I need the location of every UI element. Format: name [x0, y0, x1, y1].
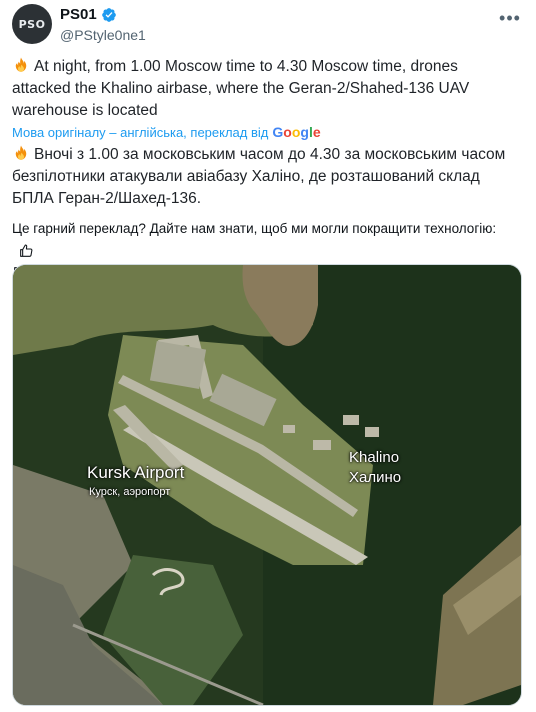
satellite-map-image[interactable]: Kursk Airport Курск, аэропорт Khalino Ха…	[12, 264, 522, 706]
map-label-village-local: Халино	[349, 469, 402, 486]
fire-icon	[15, 57, 27, 72]
tweet-text-en: At night, from 1.00 Moscow time to 4.30 …	[12, 58, 470, 119]
tweet: PSO PS01 @PStyle0ne1 ••• At night, from …	[0, 0, 536, 712]
author-name[interactable]: PS01	[60, 6, 97, 23]
avatar-logo: PSO	[18, 17, 46, 31]
translation-note-text: Мова оригіналу – англійська, переклад ві…	[12, 124, 269, 140]
tweet-header: PS01 @PStyle0ne1	[60, 6, 146, 43]
tweet-text-original: At night, from 1.00 Moscow time to 4.30 …	[12, 56, 520, 122]
map-label-airport: Kursk Airport	[87, 463, 185, 482]
fire-icon	[15, 145, 27, 160]
google-logo: Google	[272, 124, 321, 140]
satellite-map	[13, 265, 521, 705]
verified-badge-icon	[101, 7, 116, 22]
translation-note[interactable]: Мова оригіналу – англійська, переклад ві…	[12, 124, 321, 140]
tweet-text-uk: Вночі з 1.00 за московським часом до 4.3…	[12, 146, 506, 207]
thumbs-up-icon[interactable]	[18, 243, 34, 259]
map-label-village: Khalino	[349, 449, 400, 466]
more-icon[interactable]: •••	[498, 8, 522, 28]
map-label-airport-local: Курск, аэропорт	[89, 486, 171, 498]
author-handle[interactable]: @PStyle0ne1	[60, 27, 146, 43]
tweet-text-translated: Вночі з 1.00 за московським часом до 4.3…	[12, 144, 520, 210]
feedback-prompt: Це гарний переклад? Дайте нам знати, щоб…	[12, 221, 497, 236]
avatar[interactable]: PSO	[12, 4, 52, 44]
